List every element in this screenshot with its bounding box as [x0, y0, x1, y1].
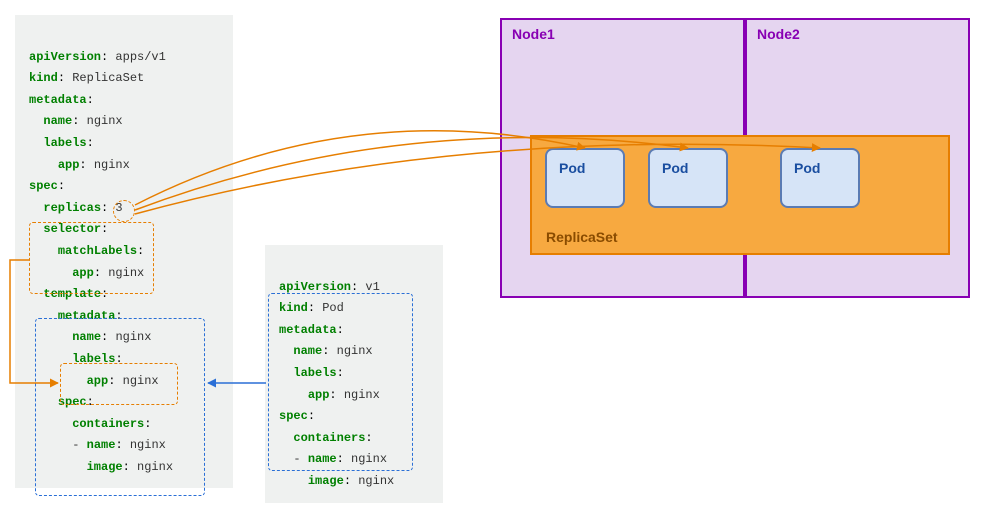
pod-spec-box [268, 293, 413, 471]
yaml1-l7k: spec [29, 179, 58, 193]
yaml1-l1k: apiVersion [29, 50, 101, 64]
replicas-circle [113, 200, 135, 222]
pod2-label: Pod [662, 160, 688, 176]
yaml1-l4v: nginx [87, 114, 123, 128]
selector-box [29, 222, 154, 294]
yaml1-l1v: apps/v1 [115, 50, 165, 64]
pod-box-3: Pod [780, 148, 860, 208]
yaml1-l5k: labels [43, 136, 86, 150]
pod-box-2: Pod [648, 148, 728, 208]
pod3-label: Pod [794, 160, 820, 176]
yaml1-l2k: kind [29, 71, 58, 85]
yaml1-l2v: ReplicaSet [72, 71, 144, 85]
pod-box-1: Pod [545, 148, 625, 208]
pod1-label: Pod [559, 160, 585, 176]
node2-title: Node2 [757, 26, 800, 42]
template-labels-box [60, 363, 178, 405]
node1-title: Node1 [512, 26, 555, 42]
replicaset-label: ReplicaSet [546, 229, 618, 245]
yaml1-l3k: metadata [29, 93, 87, 107]
template-box [35, 318, 205, 496]
yaml1-l4k: name [43, 114, 72, 128]
yaml1-l6v: nginx [94, 158, 130, 172]
yaml2-l10k: image [308, 474, 344, 488]
yaml2-l1k: apiVersion [279, 280, 351, 294]
yaml1-l6k: app [58, 158, 80, 172]
yaml2-l10v: nginx [358, 474, 394, 488]
yaml2-l1v: v1 [365, 280, 379, 294]
yaml1-l8k: replicas [43, 201, 101, 215]
